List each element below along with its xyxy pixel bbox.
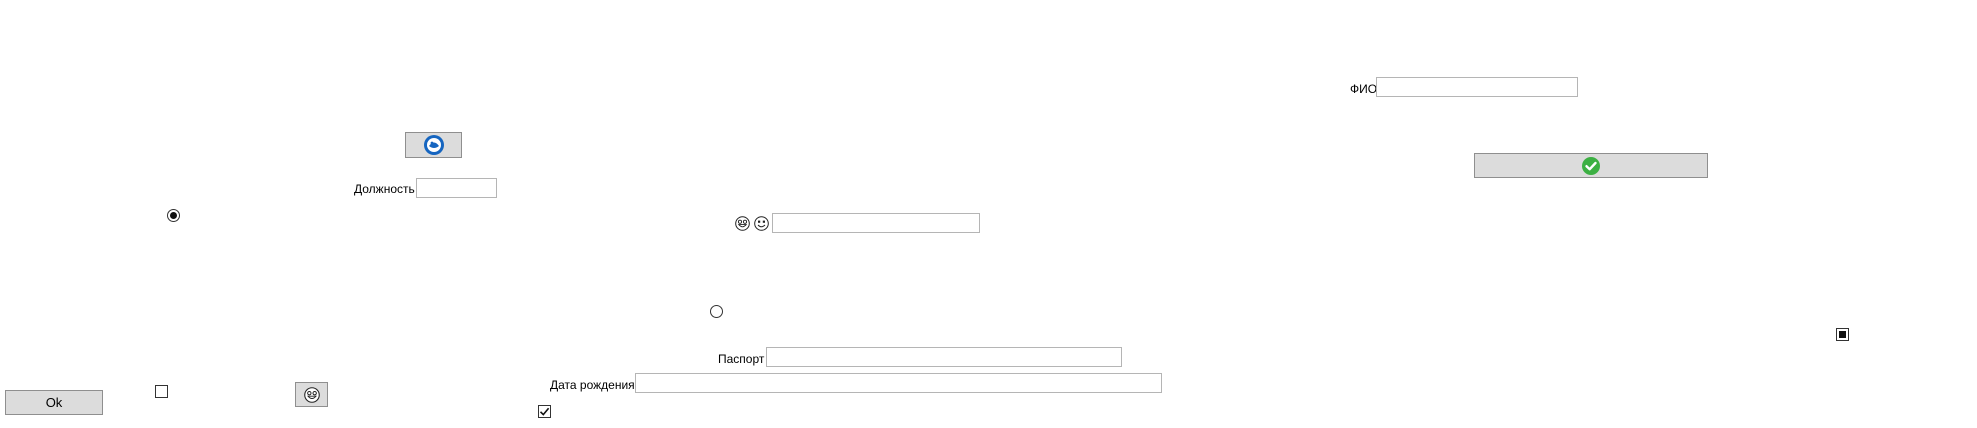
smiley-icon — [735, 216, 750, 231]
smiley-button[interactable] — [295, 382, 328, 407]
radio-left-dot — [170, 212, 177, 219]
checkbox-bottom-left[interactable] — [155, 385, 168, 398]
position-label: Должность — [354, 182, 415, 196]
passport-field[interactable] — [766, 347, 1122, 367]
checkbox-bottom-middle[interactable] — [538, 405, 551, 418]
blue-circle-icon — [423, 135, 444, 155]
ok-button-label: Ok — [45, 395, 63, 410]
confirm-button[interactable] — [1474, 153, 1708, 178]
radio-left[interactable] — [167, 209, 180, 222]
passport-label: Паспорт — [718, 352, 765, 366]
ok-button[interactable]: Ok — [5, 390, 103, 415]
birth-date-field[interactable] — [635, 373, 1162, 393]
birth-date-label: Дата рождения — [550, 378, 635, 392]
position-field[interactable] — [416, 178, 497, 198]
checkbox-right[interactable] — [1836, 328, 1849, 341]
green-check-icon — [1582, 156, 1600, 175]
checkbox-right-fill — [1839, 331, 1846, 338]
radio-middle[interactable] — [710, 305, 723, 318]
fio-field[interactable] — [1376, 77, 1578, 97]
icon-button[interactable] — [405, 132, 462, 158]
fio-label: ФИО — [1350, 82, 1378, 96]
smiley-icon — [303, 386, 320, 403]
middle-field[interactable] — [772, 213, 980, 233]
smiley-icon — [754, 216, 769, 231]
checkmark-icon — [539, 407, 550, 416]
